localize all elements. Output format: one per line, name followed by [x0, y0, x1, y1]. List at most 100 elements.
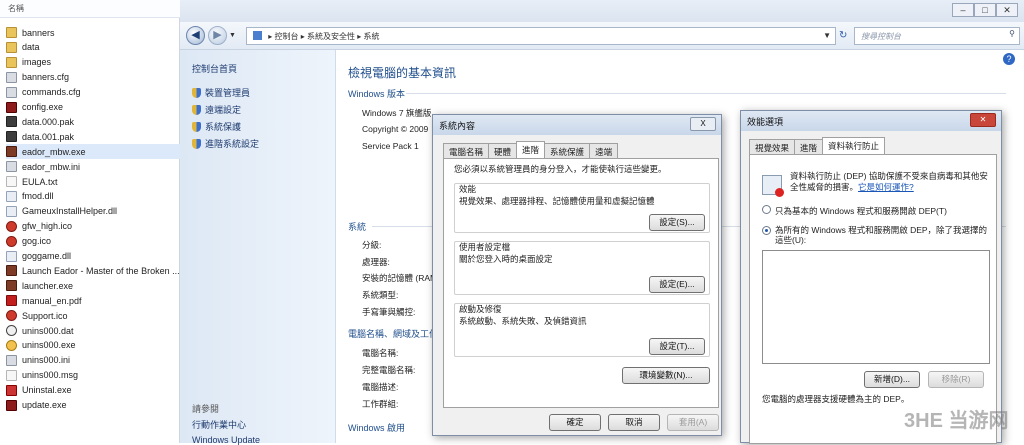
file-row[interactable]: EULA.txt — [6, 174, 180, 189]
cancel-button[interactable]: 取消 — [608, 414, 660, 431]
file-row[interactable]: unins000.dat — [6, 323, 180, 338]
windows-activation-heading: Windows 啟用 — [348, 423, 406, 433]
file-row[interactable]: Uninstal.exe — [6, 383, 180, 398]
file-name: unins000.msg — [22, 370, 79, 381]
refresh-icon[interactable]: ↻ — [839, 30, 847, 41]
page-title: 檢視電腦的基本資訊 — [348, 66, 457, 80]
address-dropdown-icon[interactable]: ▼ — [823, 31, 831, 40]
file-row[interactable]: fmod.dll — [6, 189, 180, 204]
file-row[interactable]: unins000.exe — [6, 338, 180, 353]
control-panel-icon — [253, 31, 262, 40]
performance-settings-button[interactable]: 設定(S)... — [649, 214, 705, 231]
file-row[interactable]: banners.cfg — [6, 70, 180, 85]
dialog-titlebar: 系統內容 X — [433, 115, 721, 135]
sidebar-item-remote-settings[interactable]: 遠端設定 — [192, 103, 241, 116]
sidebar-item-system-protection[interactable]: 系統保護 — [192, 120, 241, 133]
dep-help-link[interactable]: 它是如何運作? — [858, 182, 914, 192]
file-row[interactable]: commands.cfg — [6, 85, 180, 100]
folder-icon — [6, 41, 17, 53]
address-box[interactable]: ▸ 控制台 ▸ 系統及安全性 ▸ 系統 ▼ — [246, 27, 836, 45]
file-row[interactable]: banners — [6, 25, 180, 40]
tab-computer-name[interactable]: 電腦名稱 — [443, 143, 490, 158]
environment-variables-button[interactable]: 環境變數(N)... — [622, 367, 710, 384]
user-profiles-description: 關於您登入時的桌面設定 — [459, 254, 553, 264]
file-row[interactable]: Launch Eador - Master of the Broken ... — [6, 263, 180, 278]
file-row[interactable]: unins000.ini — [6, 353, 180, 368]
tab-advanced[interactable]: 進階 — [794, 139, 824, 154]
tab-remote[interactable]: 遠端 — [589, 143, 619, 158]
user-profiles-settings-button[interactable]: 設定(E)... — [649, 276, 705, 293]
folder-icon — [6, 56, 17, 68]
sidebar-home-link[interactable]: 控制台首頁 — [192, 62, 237, 75]
file-row[interactable]: unins000.msg — [6, 368, 180, 383]
file-name: goggame.dll — [22, 251, 72, 261]
file-row[interactable]: data.001.pak — [6, 129, 180, 144]
startup-recovery-settings-button[interactable]: 設定(T)... — [649, 338, 705, 355]
shortcut-icon — [6, 265, 17, 277]
file-row[interactable]: gog.ico — [6, 234, 180, 249]
tab-dep[interactable]: 資料執行防止 — [822, 137, 886, 154]
ok-button[interactable]: 確定 — [549, 414, 601, 431]
recent-pages-chevron-icon[interactable]: ▼ — [229, 32, 236, 39]
ico-file-icon — [6, 310, 17, 322]
address-bar-area: ◀ ▶ ▼ ▸ 控制台 ▸ 系統及安全性 ▸ 系統 ▼ ↻ 搜尋控制台 ⚲ — [180, 22, 1024, 50]
dep-exclusion-list[interactable] — [762, 250, 990, 364]
dep-all-programs-label[interactable]: 為所有的 Windows 程式和服務開啟 DEP，除了我選擇的這些(U): — [775, 225, 990, 245]
file-row[interactable]: data.000.pak — [6, 114, 180, 129]
apply-button[interactable]: 套用(A) — [667, 414, 719, 431]
advanced-tab-panel: 您必須以系統管理員的身分登入，才能使執行這些變更。 效能 視覺效果、處理器排程、… — [443, 158, 719, 408]
minimize-button[interactable]: – — [952, 3, 974, 17]
breadcrumb-system-security[interactable]: 系統及安全性 — [307, 32, 355, 41]
file-row[interactable]: eador_mbw.ini — [6, 159, 180, 174]
performance-description: 視覺效果、處理器排程、記憶體使用量和虛擬記憶體 — [459, 196, 655, 206]
file-row[interactable]: gfw_high.ico — [6, 219, 180, 234]
tab-advanced[interactable]: 進階 — [516, 141, 546, 158]
file-name: gog.ico — [22, 236, 52, 247]
dialog-close-button[interactable]: X — [690, 117, 716, 131]
dep-essential-radio[interactable] — [762, 205, 771, 214]
action-center-link[interactable]: 行動作業中心 — [192, 418, 246, 431]
tab-hardware[interactable]: 硬體 — [488, 143, 518, 158]
maximize-button[interactable]: □ — [974, 3, 996, 17]
file-row[interactable]: GameuxInstallHelper.dll — [6, 204, 180, 219]
tab-visual-effects[interactable]: 視覺效果 — [749, 139, 796, 154]
close-window-button[interactable]: ✕ — [996, 3, 1018, 17]
help-icon[interactable]: ? — [1003, 53, 1015, 65]
add-program-button[interactable]: 新增(D)... — [864, 371, 920, 388]
sidebar-item-device-manager[interactable]: 裝置管理員 — [192, 86, 250, 99]
dep-essential-label[interactable]: 只為基本的 Windows 程式和服務開啟 DEP(T) — [775, 205, 947, 217]
file-name: unins000.ini — [22, 355, 71, 366]
search-icon[interactable]: ⚲ — [1009, 29, 1015, 38]
file-row[interactable]: update.exe — [6, 398, 180, 413]
sidebar-item-advanced-settings[interactable]: 進階系統設定 — [192, 137, 259, 150]
tab-system-protection[interactable]: 系統保護 — [544, 143, 591, 158]
file-row[interactable]: config.exe — [6, 100, 180, 115]
startup-recovery-group: 啟動及修復 系統啟動、系統失敗、及偵錯資訊 設定(T)... — [454, 303, 710, 357]
file-row[interactable]: manual_en.pdf — [6, 293, 180, 308]
windows-edition-heading: Windows 版本 — [348, 89, 406, 99]
file-name: banners.cfg — [22, 72, 70, 83]
file-name: EULA.txt — [22, 176, 58, 187]
edition-text: Windows 7 旗艦版 — [362, 108, 432, 118]
dep-all-programs-radio[interactable] — [762, 226, 771, 235]
breadcrumb-control-panel[interactable]: 控制台 — [274, 32, 298, 41]
close-icon[interactable]: ✕ — [970, 113, 996, 127]
forward-arrow-icon[interactable]: ▶ — [208, 26, 227, 45]
file-row[interactable]: Support.ico — [6, 308, 180, 323]
file-row[interactable]: images — [6, 55, 180, 70]
shield-icon — [192, 121, 201, 132]
remove-program-button[interactable]: 移除(R) — [928, 371, 984, 388]
file-name: data.001.pak — [22, 131, 75, 142]
file-name: launcher.exe — [22, 280, 74, 291]
search-input[interactable]: 搜尋控制台 ⚲ — [854, 27, 1020, 45]
exe-icon — [6, 399, 17, 411]
back-arrow-icon[interactable]: ◀ — [186, 26, 205, 45]
file-row[interactable]: eador_mbw.exe — [6, 144, 180, 160]
file-row[interactable]: data — [6, 40, 180, 55]
name-column-header[interactable]: 名稱 — [0, 0, 180, 18]
file-row[interactable]: goggame.dll — [6, 249, 180, 264]
file-row[interactable]: launcher.exe — [6, 278, 180, 293]
performance-group: 效能 視覺效果、處理器排程、記憶體使用量和虛擬記憶體 設定(S)... — [454, 183, 710, 233]
windows-update-link[interactable]: Windows Update — [192, 435, 260, 445]
breadcrumb-system[interactable]: 系統 — [363, 32, 379, 41]
